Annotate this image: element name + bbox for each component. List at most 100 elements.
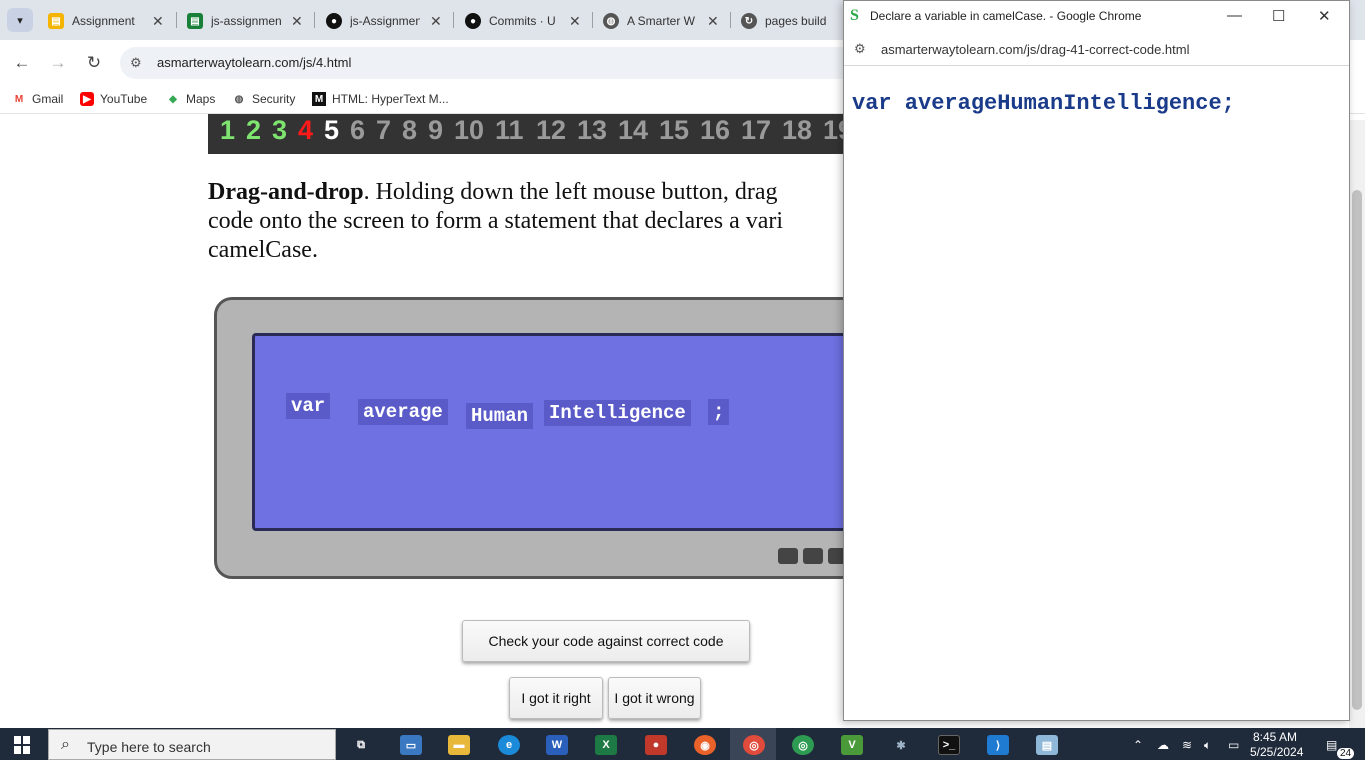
lesson-number-19[interactable]: 19 <box>823 114 844 146</box>
lesson-number-17[interactable]: 17 <box>741 114 771 146</box>
lesson-number-12[interactable]: 12 <box>536 114 566 146</box>
lesson-number-1[interactable]: 1 <box>220 114 235 146</box>
close-tab-icon[interactable]: ✕ <box>569 13 581 30</box>
monitor-screen <box>252 333 844 531</box>
notification-icon[interactable]: ▤ <box>1326 738 1337 752</box>
terminal-icon[interactable]: >_ <box>938 735 960 755</box>
site-logo-icon: S <box>850 7 859 24</box>
lesson-number-3[interactable]: 3 <box>272 114 287 146</box>
code-tile-human[interactable]: Human <box>466 403 534 429</box>
volume-icon[interactable]: 🔈︎ <box>1204 738 1211 753</box>
tab-smarter-way[interactable]: ◍ A Smarter W ✕ <box>603 8 719 34</box>
task-view-icon[interactable]: ⧉ <box>350 735 372 755</box>
popup-address-bar[interactable]: ⚙ asmarterwaytolearn.com/js/drag-41-corr… <box>844 32 1349 66</box>
edge-icon[interactable]: e <box>498 735 520 755</box>
chevron-down-icon: ▾ <box>17 14 23 27</box>
monitor-button <box>803 548 823 564</box>
notepad-icon[interactable]: ▤ <box>1036 735 1058 755</box>
tab-assignment[interactable]: ▤ Assignment ✕ <box>48 8 164 34</box>
lesson-number-bar: 12345678910111213141516171819 <box>208 114 844 154</box>
notification-count-badge: 24 <box>1337 748 1355 759</box>
back-button[interactable]: ← <box>12 52 32 74</box>
code-tile-average[interactable]: average <box>358 399 448 425</box>
scrollbar-thumb[interactable] <box>1352 190 1362 710</box>
code-tile-semicolon[interactable]: ; <box>708 399 730 425</box>
taskbar-clock[interactable]: 8:45 AM 5/25/2024 <box>1250 730 1303 760</box>
close-tab-icon[interactable]: ✕ <box>707 13 719 30</box>
lesson-number-16[interactable]: 16 <box>700 114 730 146</box>
chrome-icon[interactable]: ◎ <box>743 735 765 755</box>
recorder-icon[interactable]: ● <box>645 735 667 755</box>
minimize-icon[interactable]: — <box>1227 7 1242 24</box>
monitor-button <box>778 548 798 564</box>
bookmark-security[interactable]: ◍ Security <box>232 92 296 106</box>
tab-commits[interactable]: ● Commits · U ✕ <box>465 8 581 34</box>
chevron-up-icon[interactable]: ⌃ <box>1133 738 1143 752</box>
close-tab-icon[interactable]: ✕ <box>430 13 442 30</box>
bookmark-html-mdn[interactable]: M HTML: HyperText M... <box>312 92 449 106</box>
windows-start-icon[interactable] <box>8 734 36 756</box>
lesson-number-8[interactable]: 8 <box>402 114 417 146</box>
battery-icon[interactable]: ▭ <box>1228 738 1239 752</box>
wifi-icon[interactable]: ≋ <box>1182 738 1192 752</box>
lesson-number-15[interactable]: 15 <box>659 114 689 146</box>
file-explorer-icon[interactable]: ▬ <box>448 735 470 755</box>
arrow-left-icon: ← <box>13 53 31 72</box>
bug-icon[interactable]: ✱ <box>890 735 912 755</box>
lesson-number-10[interactable]: 10 <box>454 114 484 146</box>
chrome-profile-icon[interactable]: ◎ <box>792 735 814 755</box>
taskbar-search-box[interactable]: ⌕ Type here to search <box>48 729 336 760</box>
lesson-number-2[interactable]: 2 <box>246 114 261 146</box>
maps-pin-icon: ◆ <box>169 93 177 105</box>
maximize-icon[interactable]: ☐ <box>1272 7 1285 25</box>
site-settings-icon[interactable]: ⚙ <box>130 55 142 71</box>
code-tile-intelligence[interactable]: Intelligence <box>544 400 691 426</box>
vscode-icon[interactable]: ⟩ <box>987 735 1009 755</box>
popup-window: S Declare a variable in camelCase. - Goo… <box>843 0 1350 721</box>
lesson-number-6[interactable]: 6 <box>350 114 365 146</box>
tab-js-assignment-github[interactable]: ● js-Assignmen ✕ <box>326 8 442 34</box>
lesson-number-9[interactable]: 9 <box>428 114 443 146</box>
check-code-button[interactable]: Check your code against correct code <box>462 620 750 662</box>
lesson-number-18[interactable]: 18 <box>782 114 812 146</box>
close-tab-icon[interactable]: ✕ <box>291 13 303 30</box>
site-settings-icon[interactable]: ⚙ <box>854 41 866 57</box>
instruction-text: Drag-and-drop. Holding down the left mou… <box>208 179 784 263</box>
tab-search-button[interactable]: ▾ <box>7 8 33 32</box>
close-window-icon[interactable]: ✕ <box>1318 7 1331 25</box>
got-it-right-button[interactable]: I got it right <box>509 677 603 719</box>
got-it-wrong-button[interactable]: I got it wrong <box>608 677 701 719</box>
code-tile-var[interactable]: var <box>286 393 331 419</box>
tab-separator <box>176 12 177 28</box>
tab-js-assignment[interactable]: ▤ js-assignmen ✕ <box>187 8 303 34</box>
tab-pages-build[interactable]: ↻ pages build <box>741 8 835 34</box>
monitor-drop-area: var average Human Intelligence ; <box>210 293 844 583</box>
gmail-icon: M <box>14 93 24 105</box>
lesson-number-7[interactable]: 7 <box>376 114 391 146</box>
lesson-number-13[interactable]: 13 <box>577 114 607 146</box>
app-icon[interactable]: ▭ <box>400 735 422 755</box>
lesson-number-14[interactable]: 14 <box>618 114 648 146</box>
bookmark-maps[interactable]: ◆ Maps <box>166 92 215 106</box>
bookmark-youtube[interactable]: ▶ YouTube <box>80 92 147 106</box>
excel-icon[interactable]: X <box>595 735 617 755</box>
forward-button[interactable]: → <box>48 52 68 74</box>
bookmark-gmail[interactable]: M Gmail <box>12 92 64 106</box>
popup-title: Declare a variable in camelCase. - Googl… <box>870 9 1142 23</box>
lesson-number-5[interactable]: 5 <box>324 114 339 146</box>
onedrive-icon[interactable]: ☁ <box>1157 738 1169 752</box>
firefox-icon[interactable]: ◉ <box>694 735 716 755</box>
github-icon: ● <box>326 13 342 29</box>
globe-icon: ◍ <box>234 93 244 105</box>
vscode-alt-icon[interactable]: V <box>841 735 863 755</box>
address-bar[interactable]: ⚙ asmarterwaytolearn.com/js/4.html <box>120 47 860 79</box>
close-tab-icon[interactable]: ✕ <box>152 13 164 30</box>
reload-button[interactable]: ↻ <box>84 52 104 74</box>
popup-title-bar: S Declare a variable in camelCase. - Goo… <box>844 1 1349 32</box>
url-text: asmarterwaytolearn.com/js/4.html <box>157 55 352 70</box>
lesson-number-4[interactable]: 4 <box>298 114 313 146</box>
word-icon[interactable]: W <box>546 735 568 755</box>
lesson-number-11[interactable]: 11 <box>495 114 524 146</box>
tab-separator <box>314 12 315 28</box>
youtube-icon: ▶ <box>80 92 94 106</box>
